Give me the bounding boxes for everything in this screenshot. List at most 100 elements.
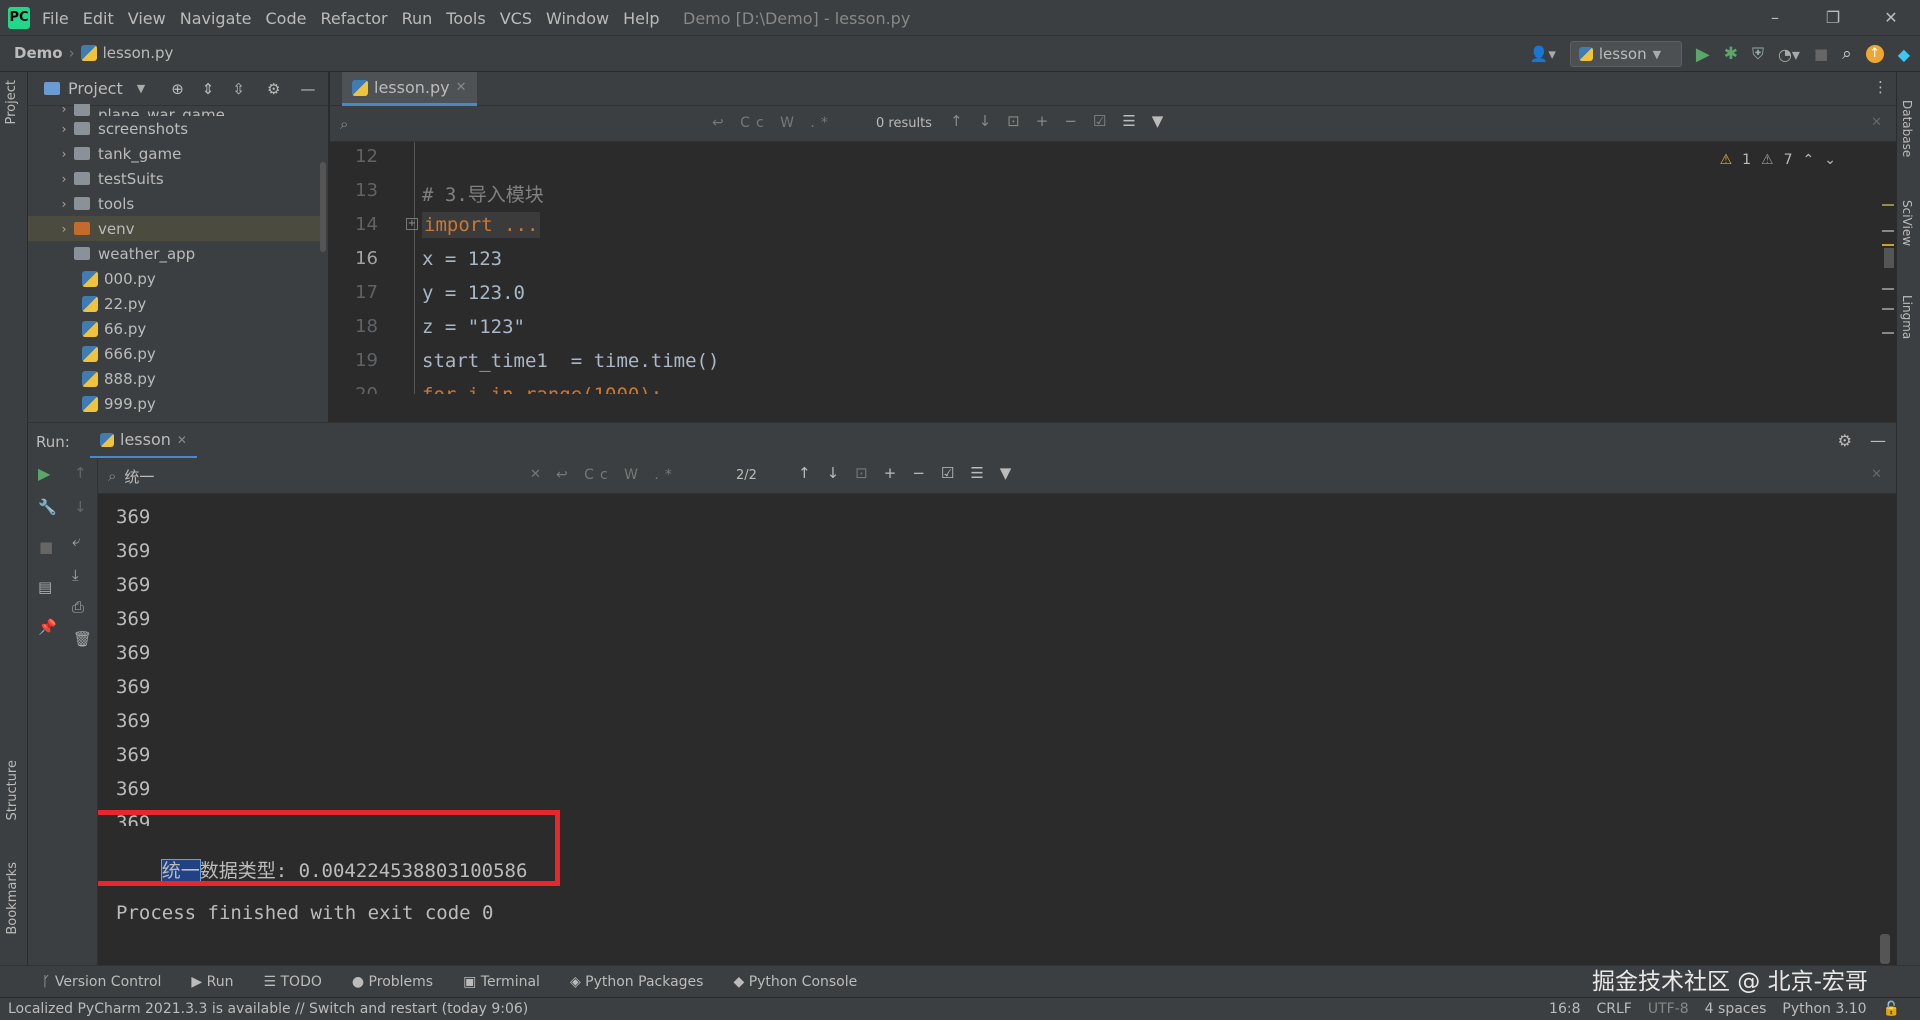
tree-item-file[interactable]: 666.py [28,341,320,366]
arrow-down-icon[interactable]: ↓ [827,464,840,482]
arrow-up-icon[interactable]: ↑ [950,112,963,130]
menu-view[interactable]: View [128,9,166,28]
tree-item-tank-game[interactable]: › tank_game [28,141,320,166]
tree-item-file[interactable]: 66.py [28,316,320,341]
tool-tab-problems[interactable]: ● Problems [352,974,433,990]
database-tool-button[interactable]: Database [1900,100,1914,157]
chevron-up-icon[interactable]: ⌃ [1803,152,1815,168]
tree-item-screenshots[interactable]: › screenshots [28,116,320,141]
structure-tool-button[interactable]: Structure [5,760,20,820]
search-icon[interactable]: ⌕ [1842,44,1852,64]
cursor-position[interactable]: 16:8 [1549,1001,1580,1017]
tool-tab-version-control[interactable]: ᚴ Version Control [42,974,161,990]
more-options-icon[interactable]: ⋮ [1873,78,1888,96]
select-occurrences-icon[interactable]: ☑ [1093,112,1106,130]
select-all-icon[interactable]: ⊡ [1007,112,1020,130]
code-editor[interactable]: 12 13 14 16 17 18 19 20 + # 3.导入模块 impor… [330,142,1896,394]
filter-icon[interactable]: ▼ [1152,112,1164,130]
tool-tab-python-console[interactable]: ◆ Python Console [733,974,857,990]
close-icon[interactable]: ✕ [177,433,187,447]
stop-icon[interactable]: ■ [39,538,53,556]
editor-error-stripe[interactable] [1882,182,1894,392]
breadcrumb-project[interactable]: Demo [14,44,63,62]
menu-vcs[interactable]: VCS [500,9,532,28]
expand-all-icon[interactable]: ⇕ [202,80,215,98]
project-tool-button[interactable]: Project [4,80,19,124]
restore-button[interactable]: ❐ [1804,0,1862,36]
menu-tools[interactable]: Tools [446,9,485,28]
menu-file[interactable]: File [42,9,69,28]
tool-tab-run[interactable]: ▶ Run [191,974,233,990]
tool-tab-todo[interactable]: ☰ TODO [263,974,321,990]
tool-tab-python-packages[interactable]: ◈ Python Packages [570,974,704,990]
trash-icon[interactable]: 🗑 [73,630,92,648]
menu-navigate[interactable]: Navigate [180,9,252,28]
arrow-up-icon[interactable]: ↑ [798,464,811,482]
run-icon[interactable]: ▶ [1696,44,1710,65]
pin-icon[interactable]: 📌 [38,618,57,636]
status-message[interactable]: Localized PyCharm 2021.3.3 is available … [8,1001,528,1017]
tree-item-file[interactable]: 22.py [28,291,320,316]
select-occurrences-icon[interactable]: ☑ [941,464,954,482]
tab-lesson-py[interactable]: lesson.py ✕ [342,72,477,106]
collapse-all-icon[interactable]: ⇳ [232,80,245,98]
scroll-to-end-icon[interactable]: ⤓ [72,566,79,584]
tree-item-plane-war-game[interactable]: › plane_war_game [28,104,320,116]
locate-icon[interactable]: ⊕ [171,80,184,98]
python-interpreter[interactable]: Python 3.10 [1782,1001,1866,1017]
close-window-button[interactable]: ✕ [1862,0,1920,36]
tree-item-testsuits[interactable]: › testSuits [28,166,320,191]
arrow-down-icon[interactable]: ↓ [979,112,992,130]
remove-selection-icon[interactable]: − [1064,112,1077,130]
gear-icon[interactable]: ⚙ [267,80,280,98]
lingma-tool-button[interactable]: Lingma [1900,295,1914,339]
tool-tab-terminal[interactable]: ▣ Terminal [463,974,540,990]
soft-wrap-icon[interactable]: ⤶ [72,532,80,550]
tree-item-file[interactable]: 000.py [28,266,320,291]
menu-code[interactable]: Code [266,9,307,28]
lock-icon[interactable]: 🔓 [1883,1001,1900,1017]
minimize-button[interactable]: – [1746,0,1804,36]
chevron-down-icon[interactable]: ▼ [137,82,145,95]
stop-icon[interactable]: ■ [1814,45,1828,63]
hide-icon[interactable]: — [1870,431,1886,450]
fold-icon[interactable]: + [406,218,418,230]
indent-setting[interactable]: 4 spaces [1705,1001,1767,1017]
menu-edit[interactable]: Edit [83,9,114,28]
tree-item-venv[interactable]: › venv [28,216,320,241]
tree-item-weather-app[interactable]: weather_app [28,241,320,266]
bookmarks-tool-button[interactable]: Bookmarks [5,862,20,935]
tree-item-file[interactable]: 999.py [28,391,320,416]
file-encoding[interactable]: UTF-8 [1648,1001,1689,1017]
tree-item-file[interactable]: 888.py [28,366,320,391]
wrench-icon[interactable]: 🔧 [38,498,57,516]
breadcrumb-file[interactable]: lesson.py [103,44,174,62]
menu-window[interactable]: Window [546,9,609,28]
inspection-widget[interactable]: ⚠ 1 ⚠ 7 ⌃ ⌄ [1720,152,1836,168]
close-icon[interactable]: ✕ [1871,115,1882,130]
options-icon[interactable]: ☰ [1122,112,1135,130]
console-search-input[interactable]: ⌕ 统一 [108,462,548,490]
print-icon[interactable]: ⎙ [72,598,84,616]
close-icon[interactable]: ✕ [456,80,467,95]
hide-icon[interactable]: — [300,80,315,98]
update-icon[interactable]: ↑ [1865,45,1884,63]
tree-item-tools[interactable]: › tools [28,191,320,216]
add-selection-icon[interactable]: + [884,464,897,482]
run-configuration-selector[interactable]: lesson ▼ [1569,41,1682,67]
profile-icon[interactable]: ◔▾ [1778,45,1800,64]
select-all-icon[interactable]: ⊡ [855,464,868,482]
console-scrollbar[interactable] [1880,934,1890,964]
sciview-tool-button[interactable]: SciView [1900,200,1914,246]
filter-icon[interactable]: ▼ [1000,464,1012,482]
arrow-down-icon[interactable]: ↓ [74,498,87,516]
coverage-icon[interactable]: ⛨ [1752,44,1764,64]
debug-icon[interactable]: ✱ [1724,44,1738,64]
options-icon[interactable]: ☰ [970,464,983,482]
project-panel-title[interactable]: Project [68,79,123,98]
arrow-up-icon[interactable]: ↑ [74,464,87,482]
user-icon[interactable]: 👤▾ [1530,45,1556,63]
add-selection-icon[interactable]: + [1036,112,1049,130]
menu-run[interactable]: Run [402,9,433,28]
menu-help[interactable]: Help [623,9,659,28]
